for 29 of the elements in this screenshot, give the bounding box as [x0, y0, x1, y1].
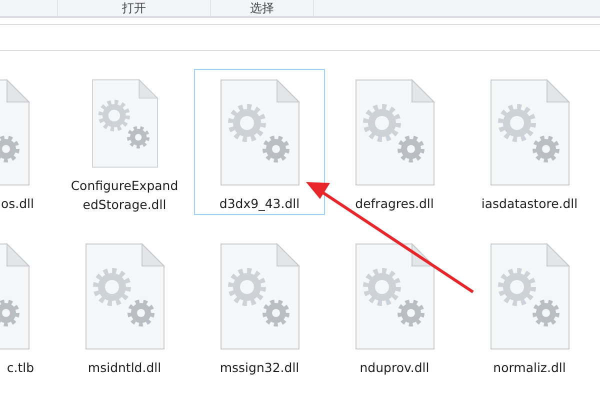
- ribbon-group-label: 选择: [211, 0, 314, 16]
- file-gear-icon: [220, 243, 300, 350]
- file-name: msidntld.dll: [88, 359, 162, 377]
- file-item[interactable]: mssign32.dll: [194, 233, 325, 379]
- file-gear-icon: [354, 79, 434, 186]
- file-item[interactable]: normaliz.dll: [464, 233, 595, 379]
- file-name: os.dll: [0, 195, 34, 213]
- file-item[interactable]: os.dll: [0, 69, 55, 215]
- file-gear-icon: [220, 79, 300, 186]
- file-name: ConfigureExpandedStorage.dll: [70, 177, 180, 214]
- file-name: d3dx9_43.dll: [219, 195, 300, 213]
- file-item[interactable]: c.tlb: [0, 233, 55, 379]
- file-gear-icon: [490, 79, 570, 186]
- file-gear-icon: [84, 243, 164, 350]
- ribbon-group-label: 打开: [58, 0, 211, 16]
- file-name: mssign32.dll: [220, 359, 300, 377]
- file-name: c.tlb: [6, 359, 34, 377]
- file-name: iasdatastore.dll: [481, 195, 578, 213]
- file-name: normaliz.dll: [493, 359, 566, 377]
- file-name: defragres.dll: [355, 195, 434, 213]
- file-item[interactable]: iasdatastore.dll: [464, 69, 595, 215]
- file-gear-icon: [354, 243, 434, 350]
- file-item[interactable]: d3dx9_43.dll: [194, 69, 325, 215]
- file-name: nduprov.dll: [360, 359, 430, 377]
- file-gear-icon: [490, 243, 570, 350]
- file-item[interactable]: nduprov.dll: [329, 233, 460, 379]
- file-item[interactable]: defragres.dll: [329, 69, 460, 215]
- file-item[interactable]: ConfigureExpandedStorage.dll: [59, 69, 190, 215]
- file-item[interactable]: msidntld.dll: [59, 233, 190, 379]
